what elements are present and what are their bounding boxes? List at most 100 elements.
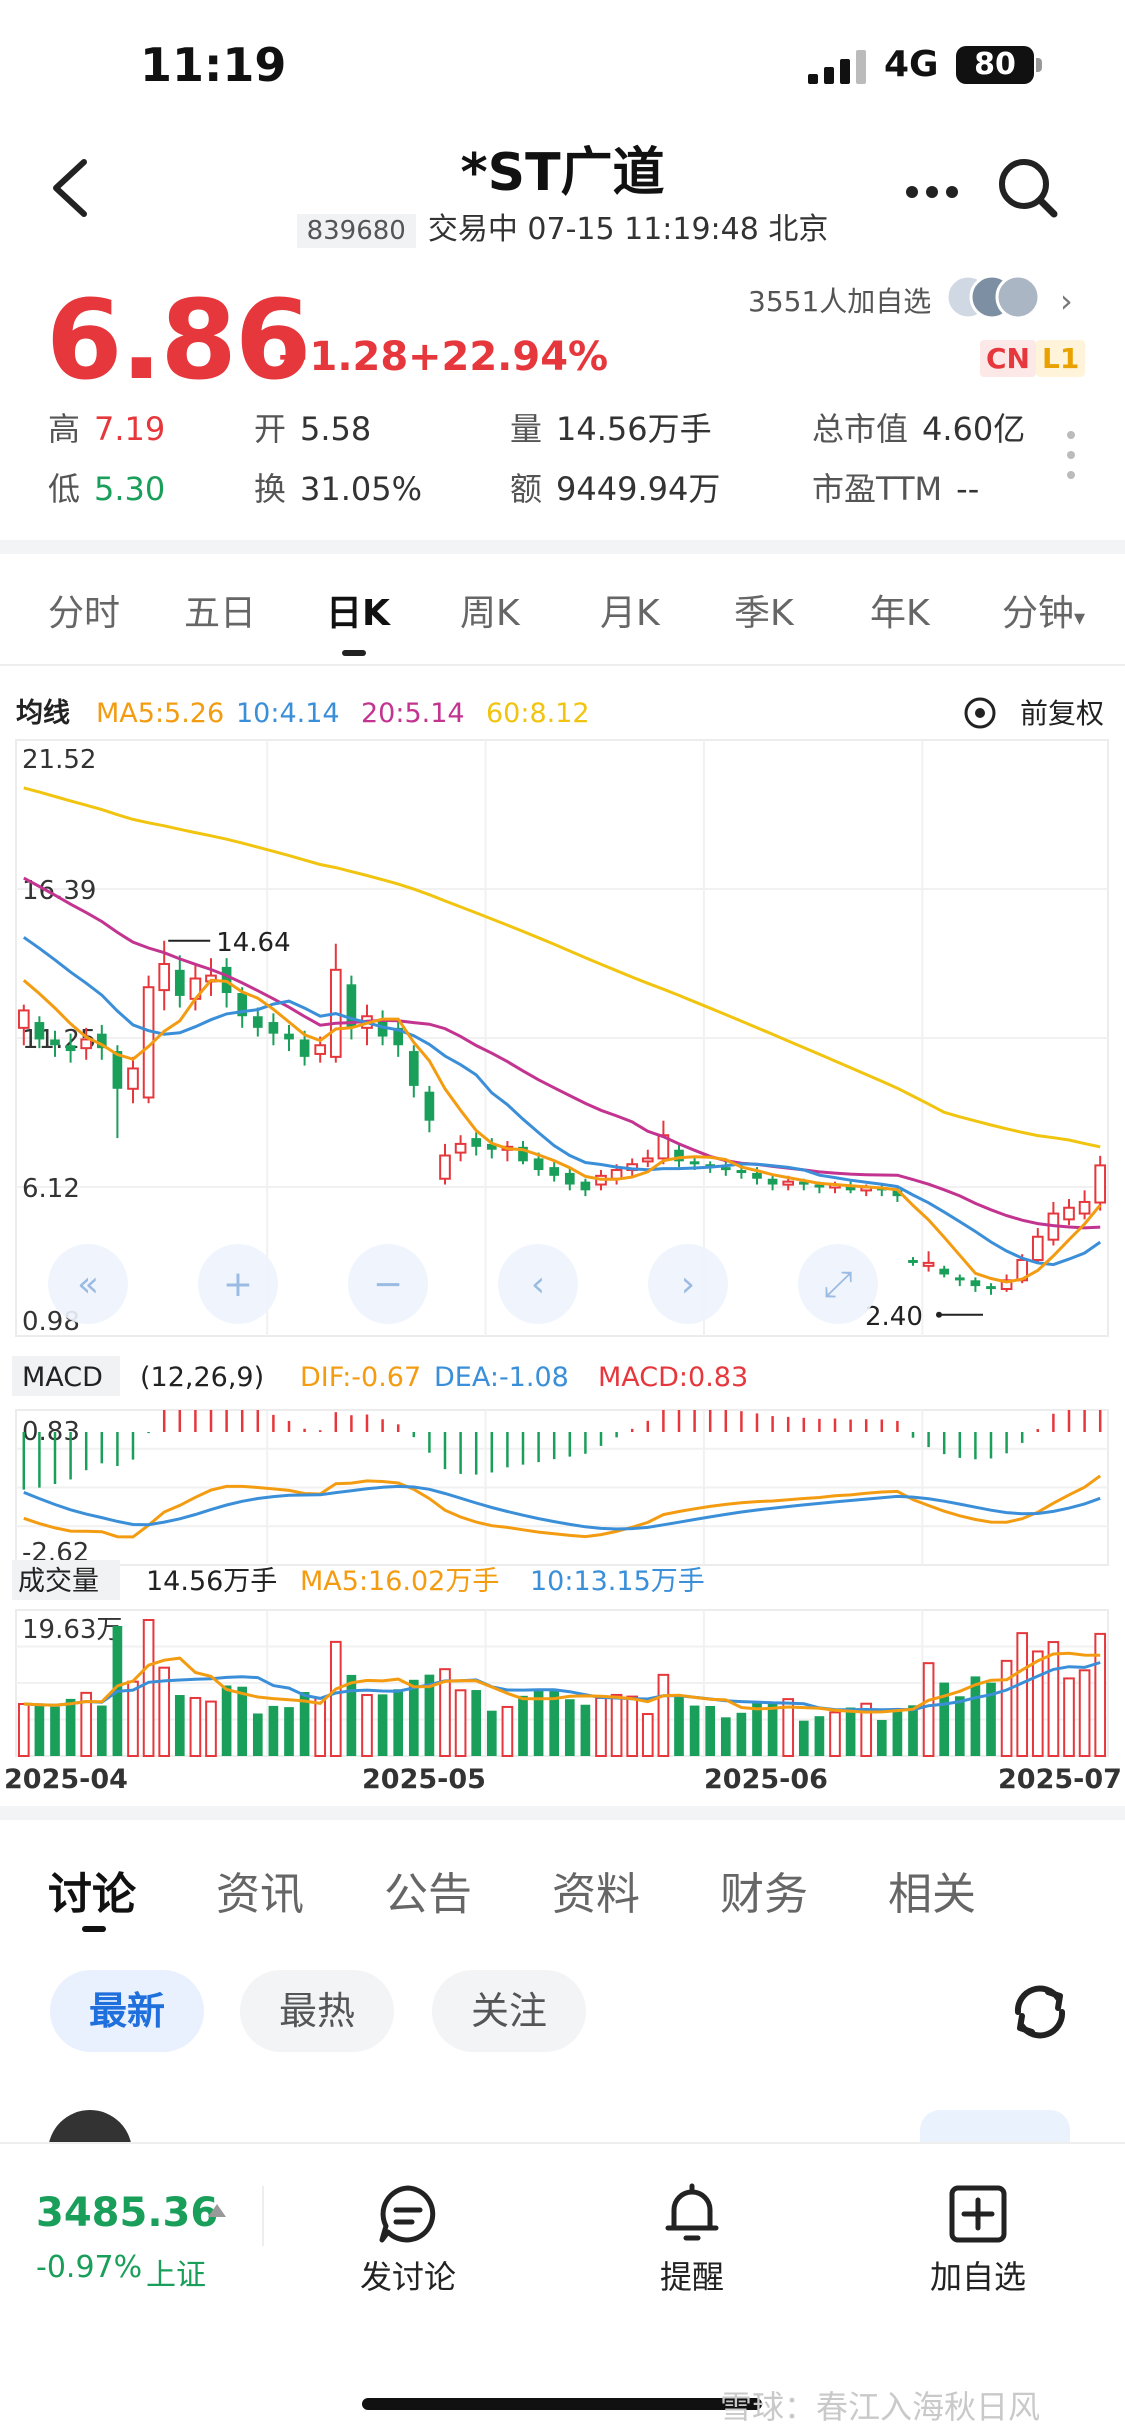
tab-daily-k[interactable]: 日K (326, 584, 390, 636)
volume-bar-down (689, 1705, 700, 1756)
volume-bar-down (876, 1719, 887, 1756)
tab-weekly-k[interactable]: 周K (460, 584, 520, 636)
bell-icon[interactable] (660, 2182, 724, 2246)
ma5-line (22, 978, 1102, 1284)
tab-quarterly-k[interactable]: 季K (734, 584, 794, 636)
more-icon[interactable] (904, 182, 960, 202)
macd-dif: DIF:-0.67 (300, 1362, 421, 1393)
volume-bar-down (674, 1695, 684, 1756)
stat-market-cap: 总市值 4.60亿 (812, 410, 1026, 448)
caret-down-icon: ▾ (1074, 606, 1086, 631)
battery-tip (1036, 58, 1042, 72)
volume-bar-down (346, 1674, 357, 1756)
tab-profile[interactable]: 资料 (552, 1858, 640, 1922)
volume-ma10-line (23, 1661, 1101, 1712)
ma5-legend: MA5:5.26 (96, 698, 224, 729)
volume-bar-down (564, 1699, 575, 1756)
watermark: 雪球：春江入海秋日风 (720, 2388, 1041, 2426)
tab-news[interactable]: 资讯 (216, 1858, 304, 1922)
tab-five-day[interactable]: 五日 (184, 584, 256, 636)
macd-params: (12,26,9) (140, 1362, 264, 1393)
stat-open: 开 5.58 (254, 410, 372, 448)
tab-financials[interactable]: 财务 (720, 1858, 808, 1922)
signal-icon (808, 50, 866, 84)
chart-nav-icon: + (223, 1264, 253, 1305)
chart-nav-icon: ‹ (531, 1264, 545, 1305)
candle-down (284, 1033, 294, 1040)
volume-bar-down (221, 1685, 232, 1756)
volume-bar-down (892, 1709, 903, 1756)
volume-label: 成交量 (18, 1566, 99, 1597)
tab-announcements[interactable]: 公告 (384, 1858, 472, 1922)
volume-bar-down (65, 1698, 76, 1756)
comment-icon[interactable] (376, 2182, 440, 2246)
macd-value: MACD:0.83 (598, 1362, 748, 1393)
nav-post-discussion[interactable]: 发讨论 (318, 2252, 498, 2298)
volume-bar-down (96, 1705, 107, 1756)
watchers-count[interactable]: 3551人加自选 (748, 280, 931, 320)
candle-up (922, 1261, 935, 1267)
candle-down (533, 1158, 544, 1171)
price-change-pct: +22.94% (408, 334, 609, 380)
index-name: 上证 (146, 2258, 206, 2293)
trade-info: 交易中 07-15 11:19:48 北京 (427, 212, 829, 247)
candle-down (908, 1259, 918, 1263)
volume-bar-down (752, 1702, 762, 1756)
candle-down (268, 1022, 279, 1034)
macd-dea: DEA:-1.08 (434, 1362, 569, 1393)
volume-bar-up (1047, 1641, 1060, 1757)
tab-monthly-k[interactable]: 月K (600, 584, 660, 636)
filter-following[interactable]: 关注 (432, 1970, 586, 2052)
low-annotation: 2.40 (865, 1302, 923, 1332)
more-vertical-icon[interactable] (1064, 428, 1078, 482)
volume-bar-up (17, 1702, 30, 1758)
volume-bar-down (237, 1686, 248, 1756)
volume-bar-up (205, 1700, 217, 1758)
volume-bar-up (626, 1695, 639, 1758)
price-change: +1.28 (276, 334, 409, 380)
volume-value: 14.56万手 (146, 1566, 277, 1597)
volume-bar-down (486, 1710, 497, 1756)
low-marker-dot (936, 1311, 942, 1318)
volume-bar-up (142, 1619, 155, 1757)
volume-bar-up (1031, 1650, 1044, 1757)
tab-related[interactable]: 相关 (888, 1858, 976, 1922)
candle-up (454, 1142, 467, 1154)
volume-max-label: 19.63万 (22, 1615, 122, 1645)
volume-bar-up (1000, 1659, 1013, 1757)
filter-latest[interactable]: 最新 (50, 1970, 204, 2052)
candle-down (720, 1167, 731, 1171)
tab-minute[interactable]: 分钟▾ (1002, 584, 1085, 636)
macd-label: MACD (22, 1362, 103, 1393)
volume-bar-up (1063, 1677, 1075, 1757)
nav-alert[interactable]: 提醒 (602, 2252, 782, 2298)
date-label: 2025-04 (4, 1764, 128, 1795)
tab-discussion[interactable]: 讨论 (48, 1858, 136, 1922)
volume-bar-up (1016, 1632, 1029, 1758)
tab-yearly-k[interactable]: 年K (870, 584, 930, 636)
candle-down (752, 1172, 762, 1179)
index-value[interactable]: 3485.36 (36, 2190, 218, 2236)
ma20-legend: 20:5.14 (361, 698, 465, 729)
ma10-line (22, 936, 1102, 1267)
volume-bar-down (174, 1695, 185, 1756)
trade-status: 839680 交易中 07-15 11:19:48 北京 (0, 204, 1125, 248)
add-watchlist-icon[interactable] (946, 2182, 1010, 2246)
adjust-label: 前复权 (1020, 697, 1104, 730)
chevron-right-icon[interactable]: › (1060, 282, 1073, 320)
volume-bar-down (705, 1705, 716, 1756)
volume-bar-down (845, 1707, 856, 1756)
candle-up (1078, 1200, 1091, 1215)
candle-up (314, 1044, 327, 1055)
refresh-icon[interactable] (1006, 1978, 1074, 2046)
tab-intraday[interactable]: 分时 (48, 584, 120, 636)
nav-add-watchlist[interactable]: 加自选 (888, 2252, 1068, 2298)
chart-nav-icon: › (681, 1264, 695, 1305)
status-time: 11:19 (140, 38, 287, 92)
filter-hot[interactable]: 最热 (240, 1970, 394, 2052)
avatar-stack[interactable] (946, 272, 1046, 322)
stat-low: 低 5.30 (48, 470, 166, 508)
kline-chart[interactable]: 均线 MA5:5.26 10:4.14 20:5.14 60:8.12 前复权 21.52 1… (0, 670, 1125, 1800)
date-label: 2025-07 (998, 1764, 1122, 1795)
search-icon[interactable] (996, 156, 1060, 220)
